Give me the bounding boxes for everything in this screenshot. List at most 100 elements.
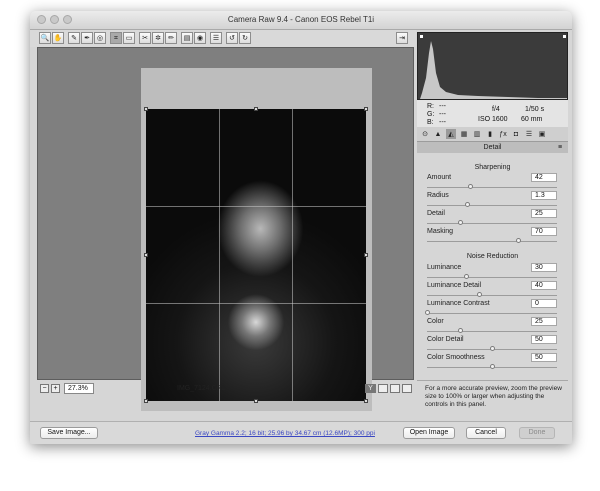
shadow-clipping-icon[interactable] <box>420 35 423 38</box>
slider-value-field[interactable]: 1.3 <box>531 191 557 200</box>
export-icon[interactable]: ⇥ <box>396 32 408 44</box>
slider-track[interactable] <box>427 295 557 296</box>
tab-basic-icon[interactable]: ⊙ <box>420 129 430 139</box>
crop-handle-bottom-right[interactable] <box>364 399 368 403</box>
slider-thumb[interactable] <box>467 184 473 189</box>
slider-label: Radius <box>427 192 449 199</box>
slider-track[interactable] <box>427 205 557 206</box>
hand-tool-icon[interactable]: ✋ <box>52 32 64 44</box>
slider-track[interactable] <box>427 223 557 224</box>
color-smoothness-slider[interactable]: Color Smoothness 50 <box>427 353 557 372</box>
targeted-adjustment-tool-icon[interactable]: ◎ <box>94 32 106 44</box>
detail-slider[interactable]: Detail 25 <box>427 209 557 228</box>
slider-value-field[interactable]: 25 <box>531 317 557 326</box>
luminance-detail-slider[interactable]: Luminance Detail 40 <box>427 281 557 300</box>
luminance-slider[interactable]: Luminance 30 <box>427 263 557 282</box>
view-mode-split-icon[interactable] <box>390 384 400 393</box>
tab-presets-icon[interactable]: ☰ <box>524 129 534 139</box>
radius-slider[interactable]: Radius 1.3 <box>427 191 557 210</box>
view-mode-toggle-icon[interactable] <box>402 384 412 393</box>
b-value: --- <box>439 119 446 126</box>
radial-filter-tool-icon[interactable]: ◉ <box>194 32 206 44</box>
slider-thumb[interactable] <box>457 220 463 225</box>
slider-label: Luminance <box>427 264 462 271</box>
grid-line <box>146 303 366 304</box>
slider-thumb[interactable] <box>490 346 495 351</box>
spot-removal-tool-icon[interactable]: ✂ <box>139 32 151 44</box>
preferences-tool-icon[interactable]: ☰ <box>210 32 222 44</box>
amount-slider[interactable]: Amount 42 <box>427 173 557 192</box>
workflow-options-link[interactable]: Gray Gamma 2.2; 16 bit; 25.96 by 34.67 c… <box>195 430 375 437</box>
color-slider[interactable]: Color 25 <box>427 317 557 336</box>
rotate-right-icon[interactable]: ↻ <box>239 32 251 44</box>
slider-thumb[interactable] <box>457 328 463 333</box>
zoom-level-field[interactable]: 27.3% <box>64 383 94 394</box>
slider-value-field[interactable]: 42 <box>531 173 557 182</box>
slider-track[interactable] <box>427 277 557 278</box>
white-balance-tool-icon[interactable]: ✎ <box>68 32 80 44</box>
luminance-contrast-slider[interactable]: Luminance Contrast 0 <box>425 299 557 318</box>
slider-value-field[interactable]: 50 <box>531 353 557 362</box>
slider-thumb[interactable] <box>490 364 495 369</box>
save-image-button[interactable]: Save Image... <box>40 427 98 439</box>
slider-track[interactable] <box>427 241 557 242</box>
graduated-filter-tool-icon[interactable]: ▤ <box>181 32 193 44</box>
aperture-value: f/4 <box>492 106 500 113</box>
grid-line <box>292 109 293 401</box>
adjustment-brush-tool-icon[interactable]: ✏ <box>165 32 177 44</box>
slider-track[interactable] <box>427 313 557 314</box>
zoom-out-button[interactable]: − <box>40 384 49 393</box>
color-detail-slider[interactable]: Color Detail 50 <box>427 335 557 354</box>
tab-effects-icon[interactable]: ƒx <box>498 129 508 139</box>
slider-value-field[interactable]: 70 <box>531 227 557 236</box>
color-sampler-tool-icon[interactable]: ✒ <box>81 32 93 44</box>
crop-handle-top-left[interactable] <box>144 107 148 111</box>
slider-thumb[interactable] <box>465 202 471 207</box>
rotate-left-icon[interactable]: ↺ <box>226 32 238 44</box>
slider-thumb[interactable] <box>464 274 469 279</box>
crop-region[interactable] <box>144 107 368 403</box>
slider-thumb[interactable] <box>516 238 521 243</box>
highlight-clipping-icon[interactable] <box>563 35 566 38</box>
slider-track[interactable] <box>427 331 557 332</box>
tab-tone-curve-icon[interactable]: ▲ <box>433 129 443 139</box>
slider-track[interactable] <box>427 187 557 188</box>
slider-label: Color Detail <box>427 336 464 343</box>
g-value: --- <box>439 111 446 118</box>
crop-handle-bottom[interactable] <box>254 399 258 403</box>
masking-slider[interactable]: Masking 70 <box>427 227 557 246</box>
b-label: B: <box>427 119 434 126</box>
slider-value-field[interactable]: 30 <box>531 263 557 272</box>
g-label: G: <box>427 111 435 118</box>
tab-detail-icon[interactable]: ◭ <box>446 129 456 139</box>
straighten-tool-icon[interactable]: ▭ <box>123 32 135 44</box>
crop-handle-top-right[interactable] <box>364 107 368 111</box>
slider-value-field[interactable]: 50 <box>531 335 557 344</box>
view-mode-side-icon[interactable] <box>378 384 388 393</box>
slider-label: Masking <box>427 228 454 235</box>
crop-tool-icon[interactable]: ⌗ <box>110 32 122 44</box>
before-after-view-icon[interactable]: Y <box>365 384 376 393</box>
slider-thumb[interactable] <box>477 292 482 297</box>
zoom-tool-icon[interactable]: 🔍 <box>39 32 51 44</box>
slider-value-field[interactable]: 0 <box>531 299 557 308</box>
slider-value-field[interactable]: 25 <box>531 209 557 218</box>
tab-camera-calibration-icon[interactable]: ◘ <box>511 129 521 139</box>
crop-handle-bottom-left[interactable] <box>144 399 148 403</box>
zoom-in-button[interactable]: + <box>51 384 60 393</box>
crop-handle-left[interactable] <box>144 253 148 257</box>
tab-lens-corrections-icon[interactable]: ▮ <box>485 129 495 139</box>
slider-thumb[interactable] <box>425 310 430 315</box>
slider-label: Luminance Detail <box>427 282 482 289</box>
red-eye-tool-icon[interactable]: ✲ <box>152 32 164 44</box>
panel-menu-icon[interactable]: ≡ <box>558 142 562 153</box>
cancel-button[interactable]: Cancel <box>466 427 506 439</box>
tab-hsl-icon[interactable]: ▦ <box>459 129 469 139</box>
tab-split-toning-icon[interactable]: ▥ <box>472 129 482 139</box>
crop-handle-top[interactable] <box>254 107 258 111</box>
done-button[interactable]: Done <box>519 427 555 439</box>
crop-handle-right[interactable] <box>364 253 368 257</box>
slider-value-field[interactable]: 40 <box>531 281 557 290</box>
open-image-button[interactable]: Open Image <box>403 427 455 439</box>
tab-snapshots-icon[interactable]: ▣ <box>537 129 547 139</box>
